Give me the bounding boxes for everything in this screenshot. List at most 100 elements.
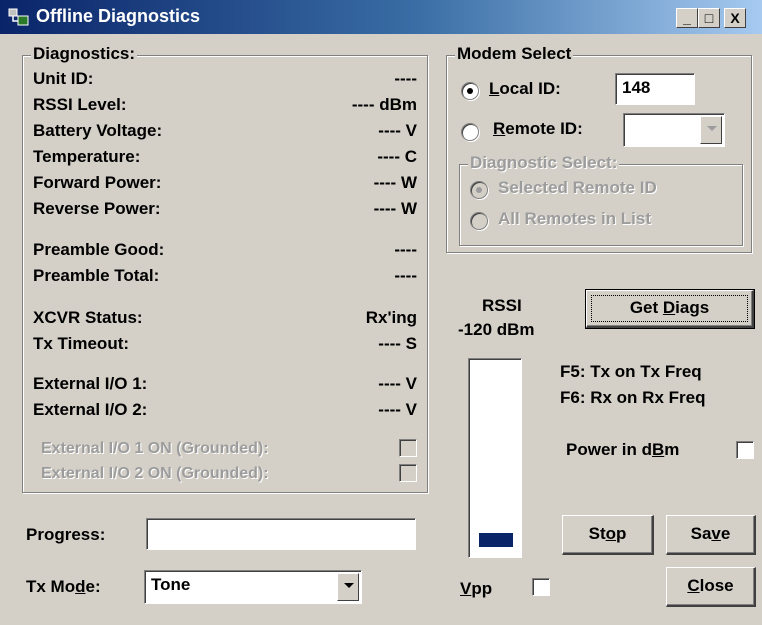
- diagnostics-group: Diagnostics: Unit ID: ---- RSSI Level: -…: [22, 44, 428, 493]
- diag-row-preamble-good: Preamble Good: ----: [33, 240, 417, 264]
- stop-button[interactable]: Stop: [562, 515, 654, 555]
- power-in-dbm-checkbox[interactable]: [736, 441, 754, 459]
- diagnostic-select-group: Diagnostic Select: Selected Remote ID Al…: [459, 153, 743, 246]
- local-id-label-text: ocal ID:: [499, 79, 561, 98]
- battery-voltage-label: Battery Voltage:: [33, 121, 163, 140]
- preamble-total-value: ----: [394, 266, 417, 285]
- close-window-button[interactable]: X: [724, 8, 746, 28]
- minimize-button[interactable]: _: [676, 8, 698, 28]
- diag-row-preamble-total: Preamble Total: ----: [33, 266, 417, 290]
- vpp-label: Vpp: [460, 579, 492, 599]
- diag-row-unit-id: Unit ID: ----: [33, 69, 417, 93]
- diag-row-xcvr-status: XCVR Status: Rx'ing: [33, 308, 417, 332]
- power-in-dbm-label: Power in dBm: [566, 440, 679, 460]
- external-io-1-on-checkbox: [399, 439, 417, 457]
- tx-mode-select[interactable]: Tone: [144, 570, 362, 604]
- unit-id-label: Unit ID:: [33, 69, 94, 88]
- external-io-1-value: ---- V: [378, 374, 417, 393]
- progress-label: Progress:: [26, 525, 106, 544]
- rssi-meter: [468, 358, 522, 558]
- diagnostics-group-title: Diagnostics:: [31, 44, 138, 64]
- tx-timeout-value: ---- S: [378, 334, 417, 353]
- window-title: Offline Diagnostics: [36, 6, 201, 26]
- remote-id-combobox[interactable]: [623, 113, 725, 147]
- remote-id-dropdown-arrow-icon[interactable]: [700, 116, 722, 144]
- close-button[interactable]: Close: [666, 567, 756, 607]
- forward-power-value: ---- W: [373, 173, 417, 192]
- close-mnemonic: C: [687, 576, 700, 595]
- save-mnemonic: v: [711, 524, 721, 543]
- selected-remote-id-radio-dot: [476, 187, 482, 193]
- title-bar[interactable]: Offline Diagnostics _ □ X: [0, 0, 762, 34]
- battery-voltage-value: ---- V: [378, 121, 417, 140]
- get-diags-button[interactable]: Get Diags: [585, 289, 755, 329]
- vpp-checkbox[interactable]: [532, 578, 550, 596]
- stop-mnemonic: o: [605, 524, 616, 543]
- temperature-value: ---- C: [377, 147, 417, 166]
- save-button[interactable]: Save: [666, 515, 756, 555]
- rssi-level-value: ---- dBm: [351, 95, 417, 114]
- tx-mode-value: Tone: [151, 575, 191, 594]
- close-label-post: lose: [699, 576, 734, 595]
- diag-row-reverse-power: Reverse Power: ---- W: [33, 199, 417, 223]
- xcvr-status-label: XCVR Status:: [33, 308, 143, 327]
- remote-id-label: Remote ID:: [493, 119, 583, 139]
- tx-mode-label: Tx Mode:: [26, 577, 101, 597]
- forward-power-label: Forward Power:: [33, 173, 162, 192]
- selected-remote-id-radio[interactable]: [470, 181, 488, 199]
- app-icon: [8, 8, 29, 26]
- all-remotes-in-list-label: All Remotes in List: [498, 209, 652, 228]
- tx-mode-label-pre: Tx Mo: [26, 577, 76, 596]
- rssi-level-label: RSSI Level:: [33, 95, 127, 114]
- tx-mode-mnemonic: d: [75, 577, 86, 596]
- rssi-dbm-value: -120 dBm: [458, 320, 535, 339]
- external-io-1-on-label: External I/O 1 ON (Grounded):: [41, 440, 269, 457]
- external-io-2-on-label: External I/O 2 ON (Grounded):: [41, 465, 269, 482]
- preamble-good-value: ----: [394, 240, 417, 259]
- close-icon: X: [730, 10, 740, 26]
- reverse-power-label: Reverse Power:: [33, 199, 161, 218]
- vpp-label-post: pp: [471, 579, 493, 598]
- power-in-dbm-label-pre: Power in d: [566, 440, 652, 459]
- preamble-total-label: Preamble Total:: [33, 266, 160, 285]
- local-id-mnemonic: L: [489, 79, 500, 98]
- modem-select-group-title: Modem Select: [455, 44, 574, 64]
- local-id-label: Local ID:: [489, 79, 561, 99]
- rssi-label: RSSI: [482, 296, 522, 315]
- all-remotes-in-list-radio[interactable]: [470, 212, 488, 230]
- f6-hint: F6: Rx on Rx Freq: [560, 388, 706, 407]
- local-id-input[interactable]: 148: [615, 73, 695, 105]
- external-io-2-label: External I/O 2:: [33, 400, 148, 419]
- diag-row-battery-voltage: Battery Voltage: ---- V: [33, 121, 417, 145]
- reverse-power-value: ---- W: [373, 199, 417, 218]
- maximize-icon: □: [704, 10, 714, 26]
- diag-row-external-io-2: External I/O 2: ---- V: [33, 400, 417, 424]
- local-id-radio-dot: [467, 88, 473, 94]
- remote-id-mnemonic: R: [493, 119, 506, 138]
- tx-mode-dropdown-arrow-icon[interactable]: [337, 573, 359, 601]
- diagnostic-select-group-title: Diagnostic Select:: [468, 153, 620, 173]
- power-in-dbm-mnemonic: B: [651, 440, 665, 459]
- maximize-button[interactable]: □: [698, 8, 720, 28]
- diag-row-rssi-level: RSSI Level: ---- dBm: [33, 95, 417, 119]
- remote-id-label-text: emote ID:: [505, 119, 583, 138]
- external-io-2-on-checkbox: [399, 464, 417, 482]
- offline-diagnostics-window: Offline Diagnostics _ □ X Diagnostics: U…: [0, 0, 762, 625]
- minimize-icon: _: [683, 10, 691, 26]
- preamble-good-label: Preamble Good:: [33, 240, 165, 259]
- get-diags-focus-rect: [591, 295, 748, 322]
- tx-timeout-label: Tx Timeout:: [33, 334, 130, 353]
- temperature-label: Temperature:: [33, 147, 141, 166]
- vpp-mnemonic: V: [460, 579, 472, 598]
- save-label-post: e: [720, 524, 731, 543]
- remote-id-radio[interactable]: [461, 123, 479, 141]
- diag-row-temperature: Temperature: ---- C: [33, 147, 417, 171]
- xcvr-status-value: Rx'ing: [365, 308, 417, 327]
- local-id-radio[interactable]: [461, 82, 479, 100]
- stop-label-pre: St: [588, 524, 606, 543]
- rssi-meter-fill: [479, 533, 513, 547]
- power-in-dbm-label-post: m: [664, 440, 680, 459]
- progress-bar: [146, 518, 416, 550]
- selected-remote-id-label: Selected Remote ID: [498, 178, 657, 197]
- f5-hint: F5: Tx on Tx Freq: [560, 362, 702, 381]
